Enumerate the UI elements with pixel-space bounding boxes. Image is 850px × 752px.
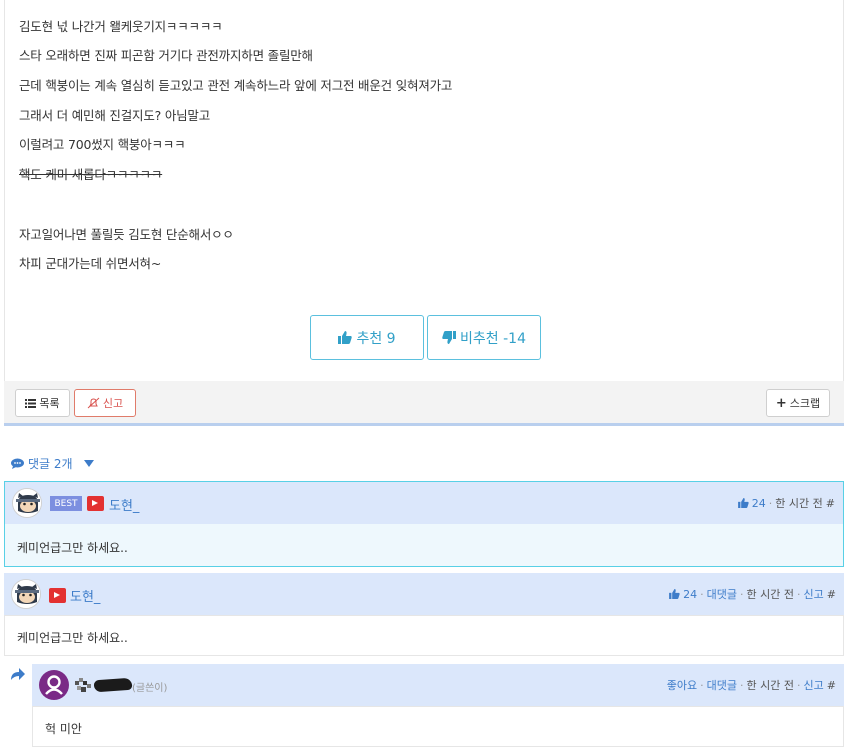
thumbs-up-icon (737, 498, 749, 508)
caret-down-icon (83, 460, 94, 467)
post-text-line: 이럴려고 700썼지 핵붕아ㅋㅋㅋ (19, 137, 186, 152)
reply-meta: 좋아요 · 대댓글 · 한 시간 전 · 신고 # (666, 677, 836, 693)
post-text-line: 차피 군대가는데 쉬면서혀~ (19, 256, 162, 271)
bell-off-icon (87, 397, 100, 409)
reply-arrow-icon (11, 668, 25, 680)
report-link[interactable]: 신고 (804, 677, 824, 693)
permalink-link[interactable]: # (827, 588, 836, 601)
post-text-line: 자고일어나면 풀릴듯 김도현 단순해서ㅇㅇ (19, 227, 234, 242)
video-camera-icon (87, 496, 104, 511)
report-link[interactable]: 신고 (804, 586, 824, 602)
video-camera-icon (49, 588, 66, 603)
pixel-emblem-icon (75, 678, 91, 692)
thumbs-down-icon (442, 331, 457, 344)
avatar[interactable] (12, 488, 42, 518)
permalink-link[interactable]: # (826, 497, 835, 510)
like-link[interactable]: 좋아요 (667, 677, 697, 693)
comment-header: BEST 도현_ 24 · 한 시간 전 # (5, 482, 843, 524)
thumbs-up-icon (669, 589, 680, 599)
report-button-label: 신고 (102, 397, 124, 410)
comment-time: 한 시간 전 (746, 679, 795, 692)
avatar[interactable] (39, 670, 69, 700)
avatar[interactable] (11, 579, 41, 609)
redacted-scribble (93, 677, 133, 693)
post-text-line: 그래서 더 예민해 진걸지도? 아님말고 (19, 108, 211, 123)
post-text-line: 스타 오래하면 진짜 피곤함 거기다 관전까지하면 졸릴만해 (19, 48, 313, 63)
post-toolbar: 목록 신고 + 스크랩 (4, 381, 844, 426)
scrap-button-label: 스크랩 (789, 397, 821, 410)
reply-header: (글쓴이) 좋아요 · 대댓글 · 한 시간 전 · 신고 # (32, 664, 844, 706)
cat-avatar-icon (13, 489, 41, 517)
post-text-line-strikethrough: 핵도 케미 새롭다ㅋㅋㅋㅋㅋ (19, 167, 163, 182)
author-tag: (글쓴이) (132, 683, 168, 694)
speech-bubble-icon (11, 458, 24, 469)
list-icon (25, 398, 37, 408)
comment-body: 케미언급그만 하세요.. (17, 631, 128, 645)
thumbs-up-icon (338, 331, 353, 344)
comment-count-label: 댓글 2개 (28, 457, 73, 471)
comment-time: 한 시간 전 (775, 497, 823, 510)
reply-body-container: 헉 미안 (32, 706, 844, 747)
downvote-button[interactable]: 비추천 -14 (427, 315, 541, 360)
comment-body: 케미언급그만 하세요.. (17, 541, 128, 555)
best-badge: BEST (50, 496, 82, 511)
list-button[interactable]: 목록 (15, 389, 70, 417)
like-count[interactable]: 24 (752, 497, 766, 510)
comment-author[interactable]: 도현_ (109, 495, 139, 514)
post-text-line: 김도현 넋 나간거 왤케웃기지ㅋㅋㅋㅋㅋ (19, 19, 223, 34)
plus-icon: + (775, 395, 787, 411)
comment-meta: 24 · 한 시간 전 # (737, 495, 835, 511)
reply-link[interactable]: 대댓글 (707, 586, 737, 602)
comment-header: 도현_ 24 · 대댓글 · 한 시간 전 · 신고 # (4, 573, 844, 615)
reply-link[interactable]: 대댓글 (707, 677, 737, 693)
post-card: 김도현 넋 나간거 왤케웃기지ㅋㅋㅋㅋㅋ 스타 오래하면 진짜 피곤함 거기다 … (4, 0, 844, 381)
comment-count-toggle[interactable]: 댓글 2개 (11, 455, 95, 472)
list-button-label: 목록 (39, 397, 60, 410)
user-icon (45, 675, 63, 695)
downvote-label: 비추천 -14 (460, 330, 526, 347)
reply-body: 헉 미안 (45, 722, 82, 736)
best-comment: BEST 도현_ 24 · 한 시간 전 # 케미언급그만 하세요.. (4, 481, 844, 567)
upvote-button[interactable]: 추천 9 (310, 315, 424, 360)
comment-time: 한 시간 전 (746, 588, 795, 601)
comment-meta: 24 · 대댓글 · 한 시간 전 · 신고 # (669, 586, 836, 602)
scrap-button[interactable]: + 스크랩 (766, 389, 830, 417)
permalink-link[interactable]: # (827, 679, 836, 692)
upvote-label: 추천 9 (356, 330, 396, 347)
comment-author[interactable]: 도현_ (70, 586, 100, 605)
like-count[interactable]: 24 (683, 588, 697, 601)
cat-avatar-icon (12, 580, 40, 608)
comment-body-container: 케미언급그만 하세요.. (4, 615, 844, 656)
post-text-line: 근데 핵붕이는 계속 열심히 듣고있고 관전 계속하느라 앞에 저그전 배운건 … (19, 78, 453, 93)
report-button[interactable]: 신고 (74, 389, 136, 417)
